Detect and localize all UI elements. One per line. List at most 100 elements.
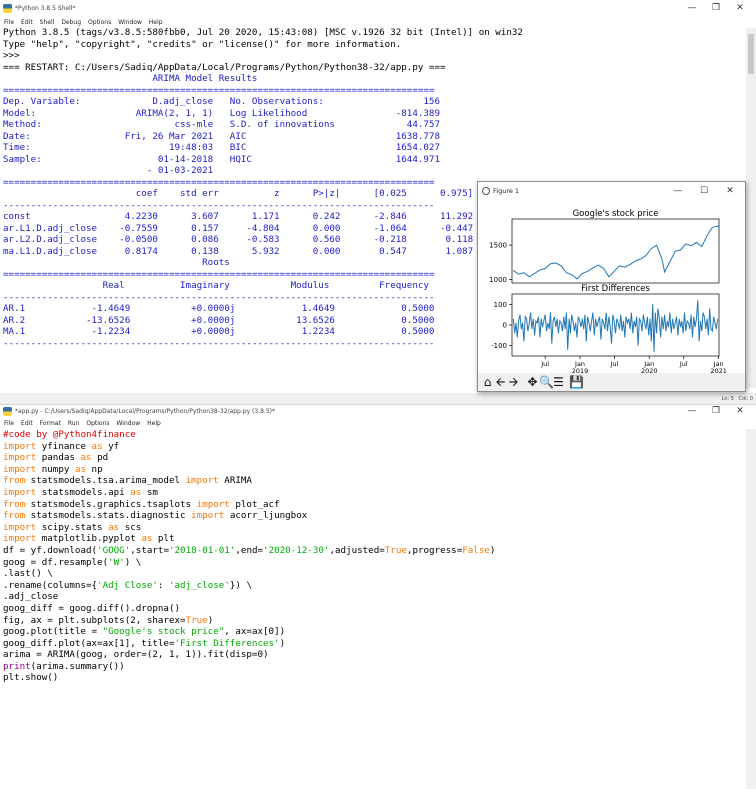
code-token: acorr_ljungbox: [224, 510, 308, 522]
menu-shell[interactable]: Shell: [40, 19, 55, 26]
menu-options[interactable]: Options: [86, 420, 109, 427]
code-token: np: [86, 463, 103, 475]
code-token: as: [141, 533, 153, 545]
shell-line: Dep. Variable: D.adj_close No. Observati…: [3, 96, 440, 107]
code-token: from: [3, 498, 26, 510]
code-token: .rename(columns={: [3, 579, 98, 591]
code-token: ,progress=: [406, 544, 463, 556]
zoom-icon[interactable]: 🔍: [539, 373, 554, 391]
editor-scrollbar[interactable]: [746, 429, 756, 789]
code-line: import matplotlib.pyplot as plt: [3, 533, 747, 545]
editor-menu-bar: File Edit Format Run Options Window Help: [0, 418, 756, 428]
minimize-icon[interactable]: —: [665, 182, 691, 200]
minimize-icon[interactable]: —: [680, 405, 704, 418]
code-token: import: [185, 475, 219, 487]
shell-title-bar[interactable]: *Python 3.8.5 Shell* — ❐ ✕: [0, 0, 756, 16]
code-token: statsmodels.api: [36, 486, 131, 498]
code-token: goog = df.resample(: [3, 556, 109, 568]
close-icon[interactable]: ✕: [728, 0, 752, 16]
close-icon[interactable]: ✕: [717, 182, 743, 200]
menu-window[interactable]: Window: [118, 19, 142, 26]
menu-debug[interactable]: Debug: [61, 19, 81, 26]
menu-help[interactable]: Help: [147, 420, 161, 427]
shell-line: - 01-03-2021: [3, 165, 429, 176]
code-token: import: [3, 486, 37, 498]
code-token: sm: [141, 486, 158, 498]
code-editor[interactable]: #code by @Python4finance import yfinance …: [3, 429, 747, 789]
home-icon[interactable]: ⌂: [481, 373, 494, 391]
editor-window-title: *app.py - C:/Users/Sadiq/AppData/Local/P…: [15, 408, 275, 415]
code-line: from statsmodels.tsa.arima_model import …: [3, 475, 747, 487]
code-line: #code by @Python4finance: [3, 429, 747, 441]
code-token: ): [489, 544, 496, 556]
code-token: False: [462, 544, 490, 556]
code-token: import: [196, 498, 230, 510]
code-token: plot_acf: [229, 498, 280, 510]
code-token: plt.show(): [3, 672, 59, 684]
shell-line: ========================================…: [3, 84, 435, 96]
menu-format[interactable]: Format: [40, 420, 61, 427]
code-token: import: [3, 452, 37, 464]
configure-icon[interactable]: ☰: [552, 373, 565, 391]
editor-window: *app.py - C:/Users/Sadiq/AppData/Local/P…: [0, 405, 756, 800]
menu-run[interactable]: Run: [68, 420, 80, 427]
code-token: yfinance: [36, 440, 92, 452]
code-token: (arima.summary()): [30, 660, 125, 672]
code-token: ): [279, 637, 286, 649]
shell-line: Sample: 01-14-2018 HQIC 1644.971: [3, 153, 440, 165]
code-token: import: [3, 521, 37, 533]
code-token: as: [108, 521, 120, 533]
code-token: 'Adj Close': [97, 579, 158, 591]
code-line: goog_diff.plot(ax=ax[1], title='First Di…: [3, 638, 747, 650]
code-token: from: [3, 510, 26, 522]
code-token: ,start=: [130, 544, 169, 556]
menu-options[interactable]: Options: [88, 19, 111, 26]
code-line: .adj_close: [3, 591, 747, 603]
figure-canvas: Google's stock price10001500First Differ…: [489, 209, 727, 375]
code-token: fig, ax = plt.subplots(2, sharex=: [3, 614, 186, 626]
maximize-icon[interactable]: ❐: [704, 405, 728, 418]
code-token: goog_diff = goog.diff().dropna(): [3, 602, 181, 614]
code-token: as: [80, 452, 92, 464]
code-line: import scipy.stats as scs: [3, 522, 747, 534]
code-line: df = yf.download('GOOG',start='2018-01-0…: [3, 545, 747, 557]
code-token: True: [185, 614, 208, 626]
pan-icon[interactable]: ✥: [526, 373, 539, 391]
code-token: }) \: [229, 579, 252, 591]
close-icon[interactable]: ✕: [728, 405, 752, 418]
editor-title-bar[interactable]: *app.py - C:/Users/Sadiq/AppData/Local/P…: [0, 405, 756, 418]
y-tick-label: -100: [491, 342, 507, 350]
shell-scrollbar[interactable]: [746, 28, 756, 388]
maximize-icon[interactable]: ☐: [691, 182, 717, 200]
figure-title-bar[interactable]: Figure 1 — ☐ ✕: [478, 182, 745, 200]
menu-window[interactable]: Window: [117, 420, 141, 427]
menu-file[interactable]: File: [4, 420, 14, 427]
column-number: Col: 0: [738, 396, 753, 402]
code-line: import yfinance as yf: [3, 441, 747, 453]
shell-line: Method: css-mle S.D. of innovations 44.7…: [3, 119, 440, 130]
save-icon[interactable]: 💾: [569, 373, 584, 391]
code-line: goog = df.resample('W') \: [3, 557, 747, 569]
code-token: import: [191, 510, 225, 522]
code-line: plt.show(): [3, 672, 747, 684]
back-arrow-icon[interactable]: 🡨: [494, 373, 507, 391]
code-line: import pandas as pd: [3, 452, 747, 464]
code-token: 'adj_close': [168, 579, 230, 591]
shell-line: Python 3.8.5 (tags/v3.8.5:580fbb0, Jul 2…: [3, 27, 523, 38]
code-token: ): [207, 614, 214, 626]
shell-line: Date: Fri, 26 Mar 2021 AIC 1638.778: [3, 130, 440, 142]
y-tick-label: 0: [503, 322, 507, 330]
menu-edit[interactable]: Edit: [21, 19, 33, 26]
menu-help[interactable]: Help: [149, 19, 163, 26]
menu-edit[interactable]: Edit: [21, 420, 33, 427]
chart-title: First Differences: [581, 284, 650, 294]
code-token: 'First Differences': [174, 637, 280, 649]
code-token: 'GOOG': [97, 544, 131, 556]
minimize-icon[interactable]: —: [680, 0, 704, 16]
forward-arrow-icon[interactable]: 🡪: [507, 373, 520, 391]
scrollbar-thumb[interactable]: [748, 34, 754, 74]
menu-file[interactable]: File: [4, 19, 14, 26]
code-token: goog.plot(title =: [3, 626, 103, 638]
maximize-icon[interactable]: ❐: [704, 0, 728, 16]
code-token: as: [91, 440, 103, 452]
